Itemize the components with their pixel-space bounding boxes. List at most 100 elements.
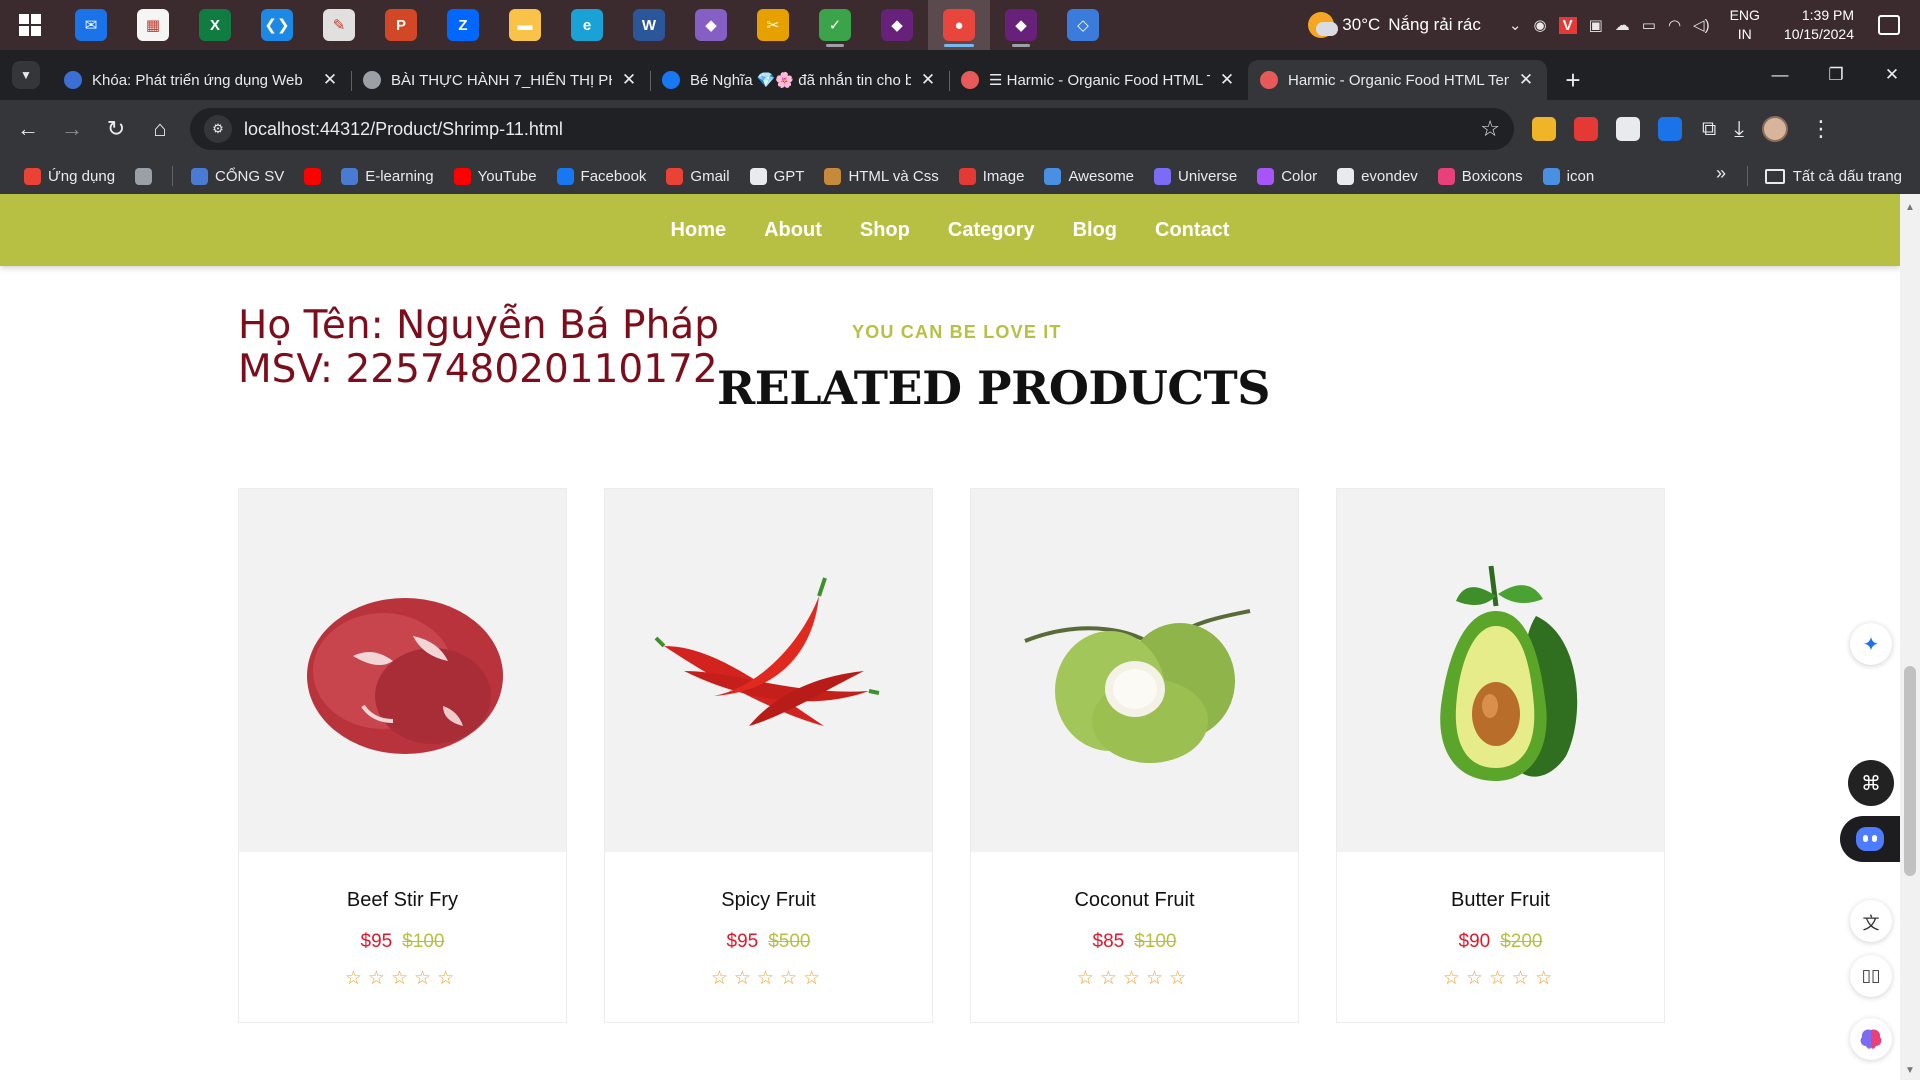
notification-center-icon[interactable] bbox=[1878, 15, 1900, 35]
restore-icon[interactable]: ❐ bbox=[1808, 50, 1864, 100]
ai-sparkle-icon[interactable]: ✦ bbox=[1850, 623, 1892, 665]
wifi-icon[interactable]: ◠ bbox=[1668, 16, 1681, 34]
bookmark-star-icon[interactable]: ☆ bbox=[1480, 116, 1500, 142]
product-image-avocado[interactable] bbox=[1337, 489, 1664, 852]
home-icon[interactable]: ⌂ bbox=[138, 107, 182, 151]
bookmark-item[interactable]: Color bbox=[1257, 167, 1317, 185]
back-arrow-icon[interactable]: ← bbox=[6, 107, 50, 151]
bookmark-item[interactable]: HTML và Css bbox=[824, 167, 939, 185]
bookmark-item[interactable]: Boxicons bbox=[1437, 167, 1523, 185]
page-scrollbar[interactable]: ▲ ▼ bbox=[1900, 194, 1920, 1080]
input-language-indicator[interactable]: ENG IN bbox=[1730, 6, 1760, 44]
tray-app-icon[interactable]: ◉ bbox=[1533, 16, 1546, 34]
product-name[interactable]: Spicy Fruit bbox=[605, 889, 932, 912]
forward-arrow-icon[interactable]: → bbox=[50, 107, 94, 151]
all-bookmarks-button[interactable]: Tất cả dấu trang bbox=[1764, 158, 1902, 194]
bookmark-item[interactable] bbox=[135, 167, 153, 185]
product-name[interactable]: Beef Stir Fry bbox=[239, 889, 566, 912]
tab-search-chevron-icon[interactable]: ▼ bbox=[12, 61, 40, 89]
taskbar-app-powerpoint[interactable]: P bbox=[370, 0, 432, 50]
taskbar-app-chrome[interactable]: ● bbox=[928, 0, 990, 50]
taskbar-app-vs-preview[interactable]: ◆ bbox=[866, 0, 928, 50]
volume-icon[interactable]: ◁) bbox=[1693, 16, 1710, 34]
product-card[interactable]: Butter Fruit $90 $200 ☆☆☆☆☆ bbox=[1336, 488, 1665, 1023]
scroll-up-arrow-icon[interactable]: ▲ bbox=[1904, 202, 1916, 213]
bookmark-item[interactable]: CỔNG SV bbox=[191, 167, 284, 185]
nav-link-contact[interactable]: Contact bbox=[1155, 219, 1229, 242]
product-name[interactable]: Coconut Fruit bbox=[971, 889, 1298, 912]
bookmark-item[interactable]: YouTube bbox=[453, 167, 537, 185]
product-card[interactable]: Spicy Fruit $95 $500 ☆☆☆☆☆ bbox=[604, 488, 933, 1023]
nav-link-home[interactable]: Home bbox=[671, 219, 727, 242]
nav-link-category[interactable]: Category bbox=[948, 219, 1035, 242]
chrome-menu-icon[interactable]: ⋮ bbox=[1810, 116, 1832, 142]
browser-tab[interactable]: ☰ Harmic - Organic Food HTML Template ✕ bbox=[949, 60, 1248, 100]
bookmark-item[interactable]: icon bbox=[1542, 167, 1594, 185]
product-card[interactable]: Beef Stir Fry $95 $100 ☆☆☆☆☆ bbox=[238, 488, 567, 1023]
site-info-icon[interactable]: ⚙ bbox=[204, 115, 232, 143]
taskbar-app-zalo[interactable]: Z bbox=[432, 0, 494, 50]
reader-book-icon[interactable]: ▯▯ bbox=[1850, 955, 1892, 997]
new-tab-plus-icon[interactable]: + bbox=[1553, 60, 1593, 100]
taskbar-app-visual-studio[interactable]: ◆ bbox=[680, 0, 742, 50]
extensions-puzzle-icon[interactable]: ⧉ bbox=[1702, 118, 1716, 141]
translate-extension-icon[interactable] bbox=[1658, 117, 1682, 141]
product-card[interactable]: Coconut Fruit $85 $100 ☆☆☆☆☆ bbox=[970, 488, 1299, 1023]
brain-icon[interactable] bbox=[1850, 1018, 1892, 1060]
bookmark-item[interactable]: evondev bbox=[1337, 167, 1418, 185]
close-tab-icon[interactable]: ✕ bbox=[321, 70, 339, 90]
taskbar-app-edge[interactable]: e bbox=[556, 0, 618, 50]
bookmark-item[interactable]: Universe bbox=[1154, 167, 1237, 185]
taskbar-app-git-tool[interactable]: ◇ bbox=[1052, 0, 1114, 50]
scroll-down-arrow-icon[interactable]: ▼ bbox=[1904, 1065, 1916, 1076]
qr-extension-icon[interactable] bbox=[1616, 117, 1640, 141]
onedrive-cloud-icon[interactable]: ☁ bbox=[1615, 16, 1630, 34]
address-url[interactable]: localhost:44312/Product/Shrimp-11.html bbox=[244, 119, 1480, 140]
address-bar[interactable]: ⚙ localhost:44312/Product/Shrimp-11.html… bbox=[190, 108, 1514, 150]
scroll-thumb[interactable] bbox=[1904, 666, 1916, 876]
bookmark-item[interactable]: Facebook bbox=[556, 167, 646, 185]
camera-icon[interactable]: ▣ bbox=[1589, 16, 1603, 34]
taskbar-app-explorer[interactable]: ▬ bbox=[494, 0, 556, 50]
profile-avatar[interactable] bbox=[1762, 116, 1789, 142]
windows-start-button[interactable] bbox=[0, 0, 60, 50]
taskbar-app-paint[interactable]: ✎ bbox=[308, 0, 370, 50]
browser-tab[interactable]: Khóa: Phát triển ứng dụng Web ✕ bbox=[52, 60, 351, 100]
bookmark-item[interactable] bbox=[304, 167, 322, 185]
close-tab-icon[interactable]: ✕ bbox=[620, 70, 638, 90]
product-image-beef[interactable] bbox=[239, 489, 566, 852]
bookmarks-overflow-icon[interactable]: » bbox=[1716, 163, 1726, 184]
close-tab-icon[interactable]: ✕ bbox=[1218, 70, 1236, 90]
close-tab-icon[interactable]: ✕ bbox=[1517, 70, 1535, 90]
adblock-extension-icon[interactable] bbox=[1574, 117, 1598, 141]
weather-widget[interactable]: 30°C Nắng rải rác bbox=[1308, 12, 1481, 38]
taskbar-app-word[interactable]: W bbox=[618, 0, 680, 50]
product-name[interactable]: Butter Fruit bbox=[1337, 889, 1664, 912]
bookmark-item[interactable]: Awesome bbox=[1044, 167, 1134, 185]
download-icon[interactable]: ⤓ bbox=[1734, 116, 1744, 142]
taskbar-app-excel[interactable]: X bbox=[184, 0, 246, 50]
taskbar-clock[interactable]: 1:39 PM 10/15/2024 bbox=[1784, 6, 1854, 44]
assistant-bot-button[interactable] bbox=[1840, 816, 1900, 862]
browser-tab[interactable]: Harmic - Organic Food HTML Template ✕ bbox=[1248, 60, 1547, 100]
minimize-icon[interactable]: — bbox=[1752, 50, 1808, 100]
nav-link-blog[interactable]: Blog bbox=[1073, 219, 1117, 242]
vivaldi-icon[interactable]: V bbox=[1558, 16, 1577, 34]
nav-link-about[interactable]: About bbox=[764, 219, 822, 242]
browser-tab[interactable]: BÀI THỰC HÀNH 7_HIỂN THỊ PHẦN ✕ bbox=[351, 60, 650, 100]
bookmark-item[interactable]: E-learning bbox=[341, 167, 434, 185]
taskbar-app-vs-preview-2[interactable]: ◆ bbox=[990, 0, 1052, 50]
browser-tab[interactable]: Bé Nghĩa 💎🌸 đã nhắn tin cho bạn ✕ bbox=[650, 60, 949, 100]
taskbar-app-snipping[interactable]: ✂ bbox=[742, 0, 804, 50]
taskbar-app-mail[interactable]: ✉ bbox=[60, 0, 122, 50]
chevron-up-icon[interactable]: ⌄ bbox=[1509, 16, 1522, 34]
apps-grid-icon[interactable]: ⌘ bbox=[1848, 760, 1894, 806]
battery-icon[interactable]: ▭ bbox=[1642, 16, 1656, 34]
translate-icon[interactable]: 文 bbox=[1850, 900, 1892, 942]
taskbar-app-vscode[interactable]: ❮❯ bbox=[246, 0, 308, 50]
product-image-chili[interactable] bbox=[605, 489, 932, 852]
taskbar-app-ccleaner[interactable]: ✓ bbox=[804, 0, 866, 50]
bookmark-item[interactable]: Ứng dụng bbox=[24, 167, 115, 185]
product-image-coconut[interactable] bbox=[971, 489, 1298, 852]
taskbar-app-store[interactable]: ▦ bbox=[122, 0, 184, 50]
